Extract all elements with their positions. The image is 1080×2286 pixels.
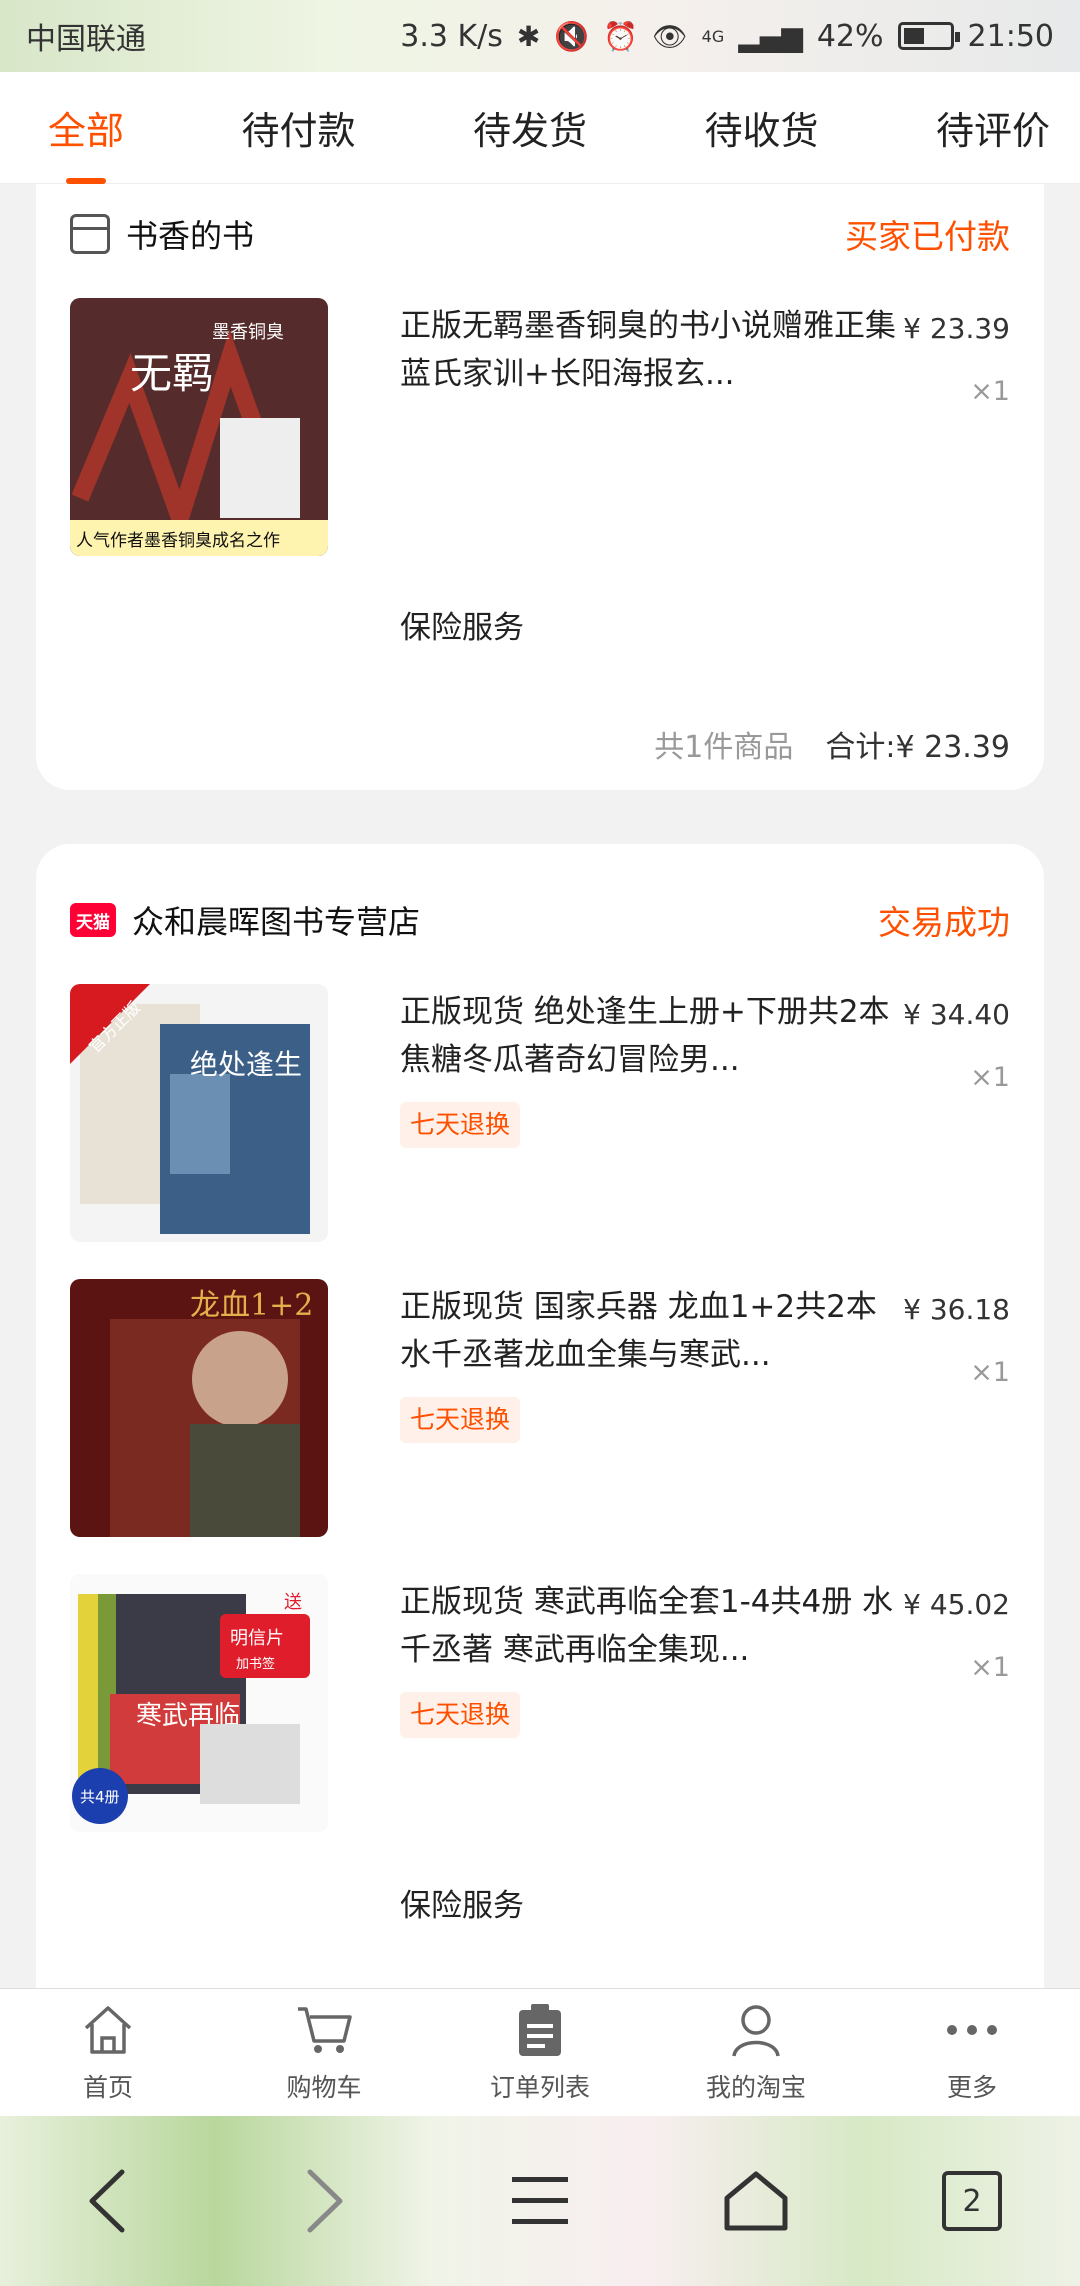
order-total: 合计:¥ 23.39 xyxy=(825,730,1010,765)
nav-orders[interactable]: 订单列表 xyxy=(440,2002,640,2104)
battery-icon xyxy=(897,22,960,50)
order-item[interactable]: 龙血1+2 正版现货 国家兵器 龙血1+2共2本 水千丞著龙血全集与寒武... … xyxy=(70,1279,1010,1539)
back-button[interactable] xyxy=(58,2151,158,2251)
tmall-icon: 天猫 xyxy=(70,903,116,937)
product-title[interactable]: 正版现货 绝处逢生上册+下册共2本 焦糖冬瓜著奇幻冒险男... xyxy=(400,988,900,1084)
order-status: 买家已付款 xyxy=(845,217,1010,256)
cover-title: 绝处逢生 xyxy=(190,1048,302,1081)
insurance-service[interactable]: 保险服务 xyxy=(400,602,524,647)
tab-pending-receipt[interactable]: 待收货 xyxy=(704,72,818,184)
battery-percent: 42% xyxy=(816,18,884,54)
order-tabs: 全部 待付款 待发货 待收货 待评价 xyxy=(0,72,1080,184)
tab-pending-payment[interactable]: 待付款 xyxy=(241,72,355,184)
nav-my-taobao[interactable]: 我的淘宝 xyxy=(656,2002,856,2104)
carrier: 中国联通 xyxy=(26,22,146,57)
order-summary: 共1件商品 合计:¥ 23.39 xyxy=(654,722,1010,766)
product-qty: ×1 xyxy=(970,1062,1010,1093)
profile-icon xyxy=(726,2002,786,2058)
clock: 21:50 xyxy=(967,18,1054,54)
home-icon xyxy=(78,2002,138,2058)
more-icon xyxy=(942,2002,1002,2058)
tab-pending-shipment[interactable]: 待发货 xyxy=(473,72,587,184)
signal-icon: ▂▄▆ xyxy=(738,19,803,53)
product-image[interactable]: 寒武再临 送 明信片 加书签 共4册 xyxy=(70,1574,328,1832)
cover-title: 无羁 xyxy=(130,349,214,398)
nav-more[interactable]: 更多 xyxy=(872,2002,1072,2104)
return-tag: 七天退换 xyxy=(400,1102,521,1148)
product-title[interactable]: 正版现货 国家兵器 龙血1+2共2本 水千丞著龙血全集与寒武... xyxy=(400,1283,900,1379)
eye-icon: 👁 xyxy=(652,19,688,53)
insurance-service[interactable]: 保险服务 xyxy=(400,1880,524,1925)
store-icon xyxy=(70,214,110,254)
order-list[interactable]: 书香的书 买家已付款 无羁 墨香铜臭 人气作者墨香铜臭成名之作 正版无羁墨香铜臭… xyxy=(0,184,1080,1988)
product-price: ¥ 36.18 xyxy=(903,1293,1010,1326)
nav-label: 购物车 xyxy=(286,2072,362,2102)
tabs-count: 2 xyxy=(942,2171,1002,2231)
product-qty: ×1 xyxy=(970,1652,1010,1683)
shop-header[interactable]: 天猫 众和晨晖图书专营店 交易成功 xyxy=(70,890,1010,950)
product-title[interactable]: 正版无羁墨香铜臭的书小说赠雅正集蓝氏家训+长阳海报玄... xyxy=(400,302,900,398)
cover-promo: 送 xyxy=(284,1592,302,1613)
cover-promo-sub: 加书签 xyxy=(236,1656,275,1672)
product-image[interactable]: 绝处逢生 官方正版 xyxy=(70,984,328,1242)
product-price: ¥ 34.40 xyxy=(903,998,1010,1031)
shop-header[interactable]: 书香的书 买家已付款 xyxy=(70,204,1010,264)
order-card[interactable]: 书香的书 买家已付款 无羁 墨香铜臭 人气作者墨香铜臭成名之作 正版无羁墨香铜臭… xyxy=(36,184,1044,790)
nav-label: 首页 xyxy=(82,2072,133,2102)
cover-title: 龙血1+2 xyxy=(190,1288,313,1323)
mute-icon: 🔇 xyxy=(554,19,590,53)
shop-name[interactable]: 书香的书 xyxy=(126,211,254,257)
alarm-icon: ⏰ xyxy=(603,19,639,53)
tab-pending-review[interactable]: 待评价 xyxy=(936,72,1050,184)
menu-button[interactable] xyxy=(490,2151,590,2251)
nav-cart[interactable]: 购物车 xyxy=(224,2002,424,2104)
nav-label: 我的淘宝 xyxy=(705,2072,806,2102)
cover-promo-main: 明信片 xyxy=(230,1628,284,1649)
cover-badge: 共4册 xyxy=(80,1788,120,1806)
forward-button[interactable] xyxy=(274,2151,374,2251)
bottom-nav: 首页 购物车 订单列表 我的淘宝 更多 xyxy=(0,1988,1080,2116)
nav-label: 订单列表 xyxy=(489,2072,590,2102)
order-item[interactable]: 寒武再临 送 明信片 加书签 共4册 正版现货 寒武再临全套1-4共4册 水千丞… xyxy=(70,1574,1010,1834)
nav-label: 更多 xyxy=(946,2072,997,2102)
order-list-icon xyxy=(510,2002,570,2058)
order-status: 交易成功 xyxy=(878,903,1010,942)
net-speed: 3.3 K/s xyxy=(400,18,503,54)
product-image[interactable]: 龙血1+2 xyxy=(70,1279,328,1537)
cart-icon xyxy=(294,2002,354,2058)
return-tag: 七天退换 xyxy=(400,1397,521,1443)
item-count: 共1件商品 xyxy=(654,730,794,765)
order-item[interactable]: 绝处逢生 官方正版 正版现货 绝处逢生上册+下册共2本 焦糖冬瓜著奇幻冒险男..… xyxy=(70,984,1010,1244)
product-price: ¥ 45.02 xyxy=(903,1588,1010,1621)
product-title[interactable]: 正版现货 寒武再临全套1-4共4册 水千丞著 寒武再临全集现... xyxy=(400,1578,900,1674)
order-item[interactable]: 无羁 墨香铜臭 人气作者墨香铜臭成名之作 正版无羁墨香铜臭的书小说赠雅正集蓝氏家… xyxy=(70,298,1010,558)
bluetooth-icon: ✱ xyxy=(516,19,541,53)
return-tag: 七天退换 xyxy=(400,1692,521,1738)
status-bar: 中国联通 3.3 K/s ✱ 🔇 ⏰ 👁 4G ▂▄▆ 42% 21:50 xyxy=(0,0,1080,72)
network-label: 4G xyxy=(701,26,725,46)
cover-author: 墨香铜臭 xyxy=(212,322,284,343)
status-indicators: 3.3 K/s ✱ 🔇 ⏰ 👁 4G ▂▄▆ 42% 21:50 xyxy=(400,19,1054,54)
order-card[interactable]: 天猫 众和晨晖图书专营店 交易成功 绝处逢生 官方正版 正版现货 绝处逢生上册+… xyxy=(36,844,1044,1988)
product-image[interactable]: 无羁 墨香铜臭 人气作者墨香铜臭成名之作 xyxy=(70,298,328,556)
cover-caption: 人气作者墨香铜臭成名之作 xyxy=(76,531,280,551)
system-nav: 2 xyxy=(0,2116,1080,2286)
tab-all[interactable]: 全部 xyxy=(48,72,124,184)
product-price: ¥ 23.39 xyxy=(903,312,1010,345)
product-qty: ×1 xyxy=(970,376,1010,407)
tabs-button[interactable]: 2 xyxy=(922,2151,1022,2251)
shop-name[interactable]: 众和晨晖图书专营店 xyxy=(132,897,420,943)
home-button[interactable] xyxy=(706,2151,806,2251)
product-qty: ×1 xyxy=(970,1357,1010,1388)
nav-home[interactable]: 首页 xyxy=(8,2002,208,2104)
